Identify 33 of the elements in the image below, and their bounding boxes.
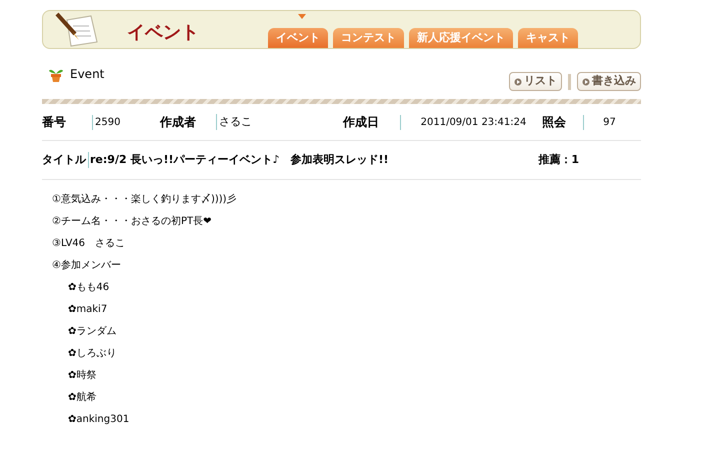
field-value: 97: [583, 114, 633, 130]
tab[interactable]: 新人応援イベント: [409, 28, 513, 48]
section-title: Event: [70, 66, 104, 83]
list-button[interactable]: リスト: [509, 72, 562, 91]
play-circle-icon: [514, 78, 522, 86]
body-line: ✿時祭: [67, 368, 98, 383]
body-line: ✿もも46: [67, 281, 110, 295]
field-label: 照会: [542, 114, 567, 131]
post-title: re:9/2 長いっ!!パーティーイベント♪ 参加表明スレッド!!: [88, 152, 389, 168]
body-line: ✿しろぶり: [67, 347, 118, 361]
write-button[interactable]: 書き込み: [577, 72, 641, 91]
body-line: ④参加メンバー: [52, 258, 122, 273]
body-line: ✿航希: [67, 390, 98, 405]
tab[interactable]: イベント: [268, 28, 328, 48]
body-line: ✿maki7: [67, 303, 108, 317]
play-circle-icon: [582, 78, 590, 86]
field-label: 作成者: [160, 114, 197, 131]
title-label: タイトル: [42, 152, 86, 168]
field-value: 2590: [92, 114, 160, 130]
field-value: 2011/09/01 23:41:24: [400, 114, 542, 130]
body-line: ①意気込み・・・楽しく釣ります〆))))彡: [52, 192, 238, 207]
tab[interactable]: コンテスト: [333, 28, 404, 48]
field-label: 番号: [42, 114, 67, 131]
field-value: さるこ: [216, 114, 343, 130]
page-title: イベント: [127, 21, 199, 45]
body-line: ③LV46 さるこ: [52, 237, 126, 251]
body-line: ✿ランダム: [67, 325, 118, 339]
recommend-count: 推薦：1: [538, 152, 579, 168]
body-line: ②チーム名・・・おさるの初PT長❤: [52, 214, 212, 229]
body-line: ✿anking301: [67, 413, 130, 427]
scroll-quill-icon: [53, 12, 99, 48]
tab[interactable]: キャスト: [518, 28, 578, 48]
field-label: 作成日: [343, 114, 380, 131]
